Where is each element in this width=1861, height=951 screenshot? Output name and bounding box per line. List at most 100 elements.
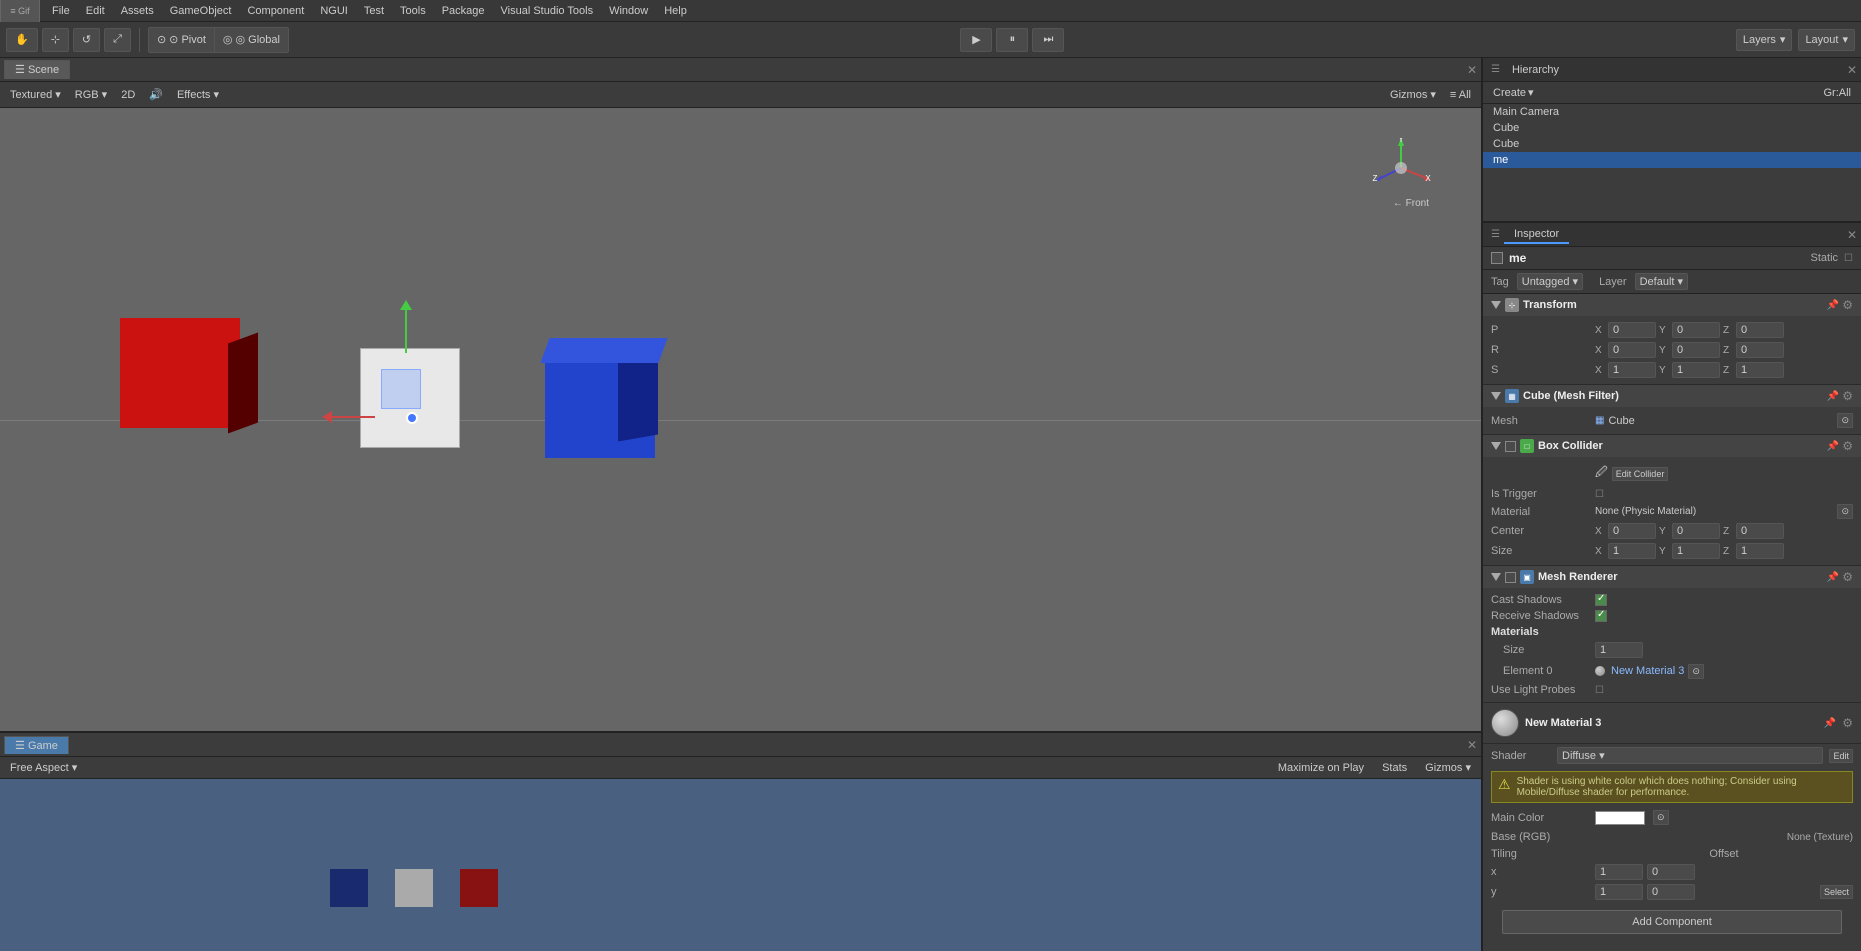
scale-y-field[interactable] (1672, 362, 1720, 378)
maximize-on-play[interactable]: Maximize on Play (1274, 760, 1368, 776)
layers-dropdown[interactable]: Layers ▾ (1736, 29, 1793, 51)
scene-rgb[interactable]: RGB ▾ (71, 86, 111, 103)
scene-audio[interactable]: 🔊 (145, 86, 167, 103)
mesh-select-btn[interactable]: ⊙ (1837, 413, 1853, 428)
shader-edit-btn[interactable]: Edit (1829, 749, 1853, 763)
receive-shadows-checkbox[interactable] (1595, 610, 1607, 622)
pivot-button[interactable]: ⊙ ⊙ Pivot (149, 28, 215, 52)
material-pin[interactable]: 📌 (1824, 718, 1836, 729)
col-size-x-field[interactable] (1608, 543, 1656, 559)
tag-dropdown[interactable]: Untagged ▾ (1517, 273, 1583, 290)
transform-pin[interactable]: 📌 (1827, 300, 1839, 311)
rot-x-field[interactable] (1608, 342, 1656, 358)
mesh-filter-pin[interactable]: 📌 (1827, 391, 1839, 402)
menu-window[interactable]: Window (601, 3, 656, 19)
mat-size-field[interactable] (1595, 642, 1643, 658)
layer-dropdown[interactable]: Default ▾ (1635, 273, 1688, 290)
toolbar-transform-hand[interactable]: ✋ (6, 28, 38, 52)
pos-x-field[interactable] (1608, 322, 1656, 338)
scene-2d[interactable]: 2D (117, 87, 139, 103)
layout-dropdown[interactable]: Layout ▾ (1798, 29, 1855, 51)
center-x-field[interactable] (1608, 523, 1656, 539)
hierarchy-item-me[interactable]: me (1483, 152, 1861, 168)
menu-assets[interactable]: Assets (113, 3, 162, 19)
scale-z-field[interactable] (1736, 362, 1784, 378)
object-enabled-checkbox[interactable] (1491, 252, 1503, 264)
mesh-filter-header[interactable]: ▦ Cube (Mesh Filter) 📌 ⚙ (1483, 385, 1861, 407)
mesh-renderer-enabled[interactable] (1505, 572, 1516, 583)
transform-header[interactable]: ⊹ Transform 📌 ⚙ (1483, 294, 1861, 316)
main-color-swatch[interactable] (1595, 811, 1645, 825)
col-size-y-field[interactable] (1672, 543, 1720, 559)
aspect-dropdown[interactable]: Free Aspect ▾ (6, 759, 81, 776)
use-light-probes-checkbox[interactable]: ☐ (1595, 685, 1604, 696)
tiling-x-field[interactable] (1595, 864, 1643, 880)
menu-tools[interactable]: Tools (392, 3, 434, 19)
rot-y-field[interactable] (1672, 342, 1720, 358)
mesh-filter-settings[interactable]: ⚙ (1842, 389, 1853, 403)
scene-gizmos[interactable]: Gizmos ▾ (1386, 86, 1440, 103)
inspector-tab[interactable]: Inspector (1504, 226, 1569, 244)
mesh-renderer-pin[interactable]: 📌 (1827, 572, 1839, 583)
pause-button[interactable]: ⏸ (996, 28, 1028, 52)
pos-z-field[interactable] (1736, 322, 1784, 338)
menu-component[interactable]: Component (239, 3, 312, 19)
hierarchy-create[interactable]: Create ▾ (1489, 84, 1538, 101)
game-gizmos[interactable]: Gizmos ▾ (1421, 759, 1475, 776)
hierarchy-item-camera[interactable]: Main Camera (1483, 104, 1861, 120)
center-y-field[interactable] (1672, 523, 1720, 539)
hierarchy-item-cube1[interactable]: Cube (1483, 120, 1861, 136)
col-size-z-field[interactable] (1736, 543, 1784, 559)
box-collider-enabled[interactable] (1505, 441, 1516, 452)
is-trigger-checkbox[interactable]: ☐ (1595, 489, 1604, 500)
mesh-renderer-header[interactable]: ▣ Mesh Renderer 📌 ⚙ (1483, 566, 1861, 588)
scene-canvas[interactable]: Y X Z ← Front (0, 108, 1481, 731)
global-button[interactable]: ◎ ◎ Global (215, 28, 288, 52)
menu-visual-studio-tools[interactable]: Visual Studio Tools (493, 3, 602, 19)
menu-ngui[interactable]: NGUI (312, 3, 356, 19)
menu-test[interactable]: Test (356, 3, 392, 19)
offset-x-field[interactable] (1647, 864, 1695, 880)
game-panel-close[interactable]: ✕ (1467, 738, 1477, 752)
game-tab[interactable]: ☰ Game (4, 736, 69, 754)
toolbar-transform-move[interactable]: ⊹ (42, 28, 69, 52)
hierarchy-all[interactable]: Gr:All (1820, 85, 1856, 101)
transform-settings[interactable]: ⚙ (1842, 298, 1853, 312)
hierarchy-panel-close[interactable]: ✕ (1847, 63, 1857, 77)
rot-z-field[interactable] (1736, 342, 1784, 358)
pos-y-field[interactable] (1672, 322, 1720, 338)
cast-shadows-checkbox[interactable] (1595, 594, 1607, 606)
scene-all[interactable]: ≡ All (1446, 87, 1475, 103)
box-collider-settings[interactable]: ⚙ (1842, 439, 1853, 453)
static-checkbox[interactable]: ☐ (1844, 253, 1853, 264)
mesh-renderer-settings[interactable]: ⚙ (1842, 570, 1853, 584)
scale-x-field[interactable] (1608, 362, 1656, 378)
shader-dropdown[interactable]: Diffuse ▾ (1557, 747, 1823, 764)
toolbar-transform-scale[interactable]: ⤢ (104, 28, 131, 52)
scene-textured[interactable]: Textured ▾ (6, 86, 65, 103)
scene-tab[interactable]: ☰ Scene (4, 60, 70, 79)
scene-effects[interactable]: Effects ▾ (173, 86, 223, 103)
hierarchy-item-cube2[interactable]: Cube (1483, 136, 1861, 152)
box-collider-header[interactable]: □ Box Collider 📌 ⚙ (1483, 435, 1861, 457)
tiling-y-field[interactable] (1595, 884, 1643, 900)
box-collider-pin[interactable]: 📌 (1827, 441, 1839, 452)
element0-select[interactable]: ⊙ (1688, 664, 1704, 679)
hierarchy-tab-label[interactable]: Hierarchy (1504, 62, 1567, 78)
offset-y-field[interactable] (1647, 884, 1695, 900)
step-button[interactable]: ⏭ (1032, 28, 1064, 52)
toolbar-transform-rotate[interactable]: ↺ (73, 28, 100, 52)
select-btn[interactable]: Select (1820, 885, 1853, 899)
menu-edit[interactable]: Edit (78, 3, 113, 19)
menu-help[interactable]: Help (656, 3, 695, 19)
play-button[interactable]: ▶ (960, 28, 992, 52)
edit-collider-btn[interactable]: Edit Collider (1612, 467, 1669, 481)
center-z-field[interactable] (1736, 523, 1784, 539)
menu-package[interactable]: Package (434, 3, 493, 19)
stats-button[interactable]: Stats (1378, 760, 1411, 776)
object-name[interactable]: me (1509, 251, 1805, 265)
collider-material-select[interactable]: ⊙ (1837, 504, 1853, 519)
main-color-btn[interactable]: ⊙ (1653, 810, 1669, 825)
inspector-panel-close[interactable]: ✕ (1847, 228, 1857, 242)
menu-gameobject[interactable]: GameObject (162, 3, 240, 19)
